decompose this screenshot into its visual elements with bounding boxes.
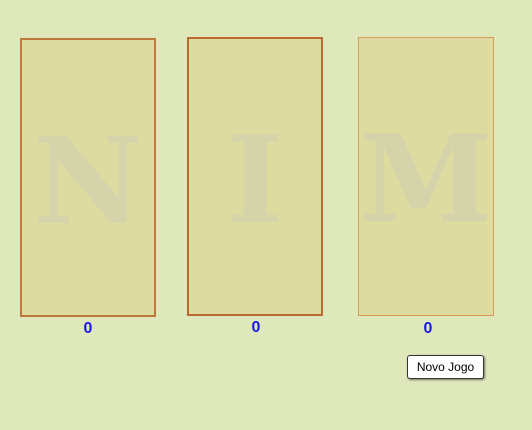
pile-n[interactable]: N: [20, 38, 156, 317]
new-game-button[interactable]: Novo Jogo: [407, 355, 484, 379]
pile-i[interactable]: I: [187, 37, 323, 316]
pile-n-count: 0: [83, 320, 93, 337]
pile-m-count: 0: [423, 320, 433, 337]
pile-letter-m: M: [359, 109, 493, 250]
pile-m[interactable]: M: [358, 37, 494, 316]
pile-letter-n: N: [33, 111, 143, 252]
pile-i-count: 0: [251, 319, 261, 336]
pile-letter-i: I: [226, 110, 284, 251]
